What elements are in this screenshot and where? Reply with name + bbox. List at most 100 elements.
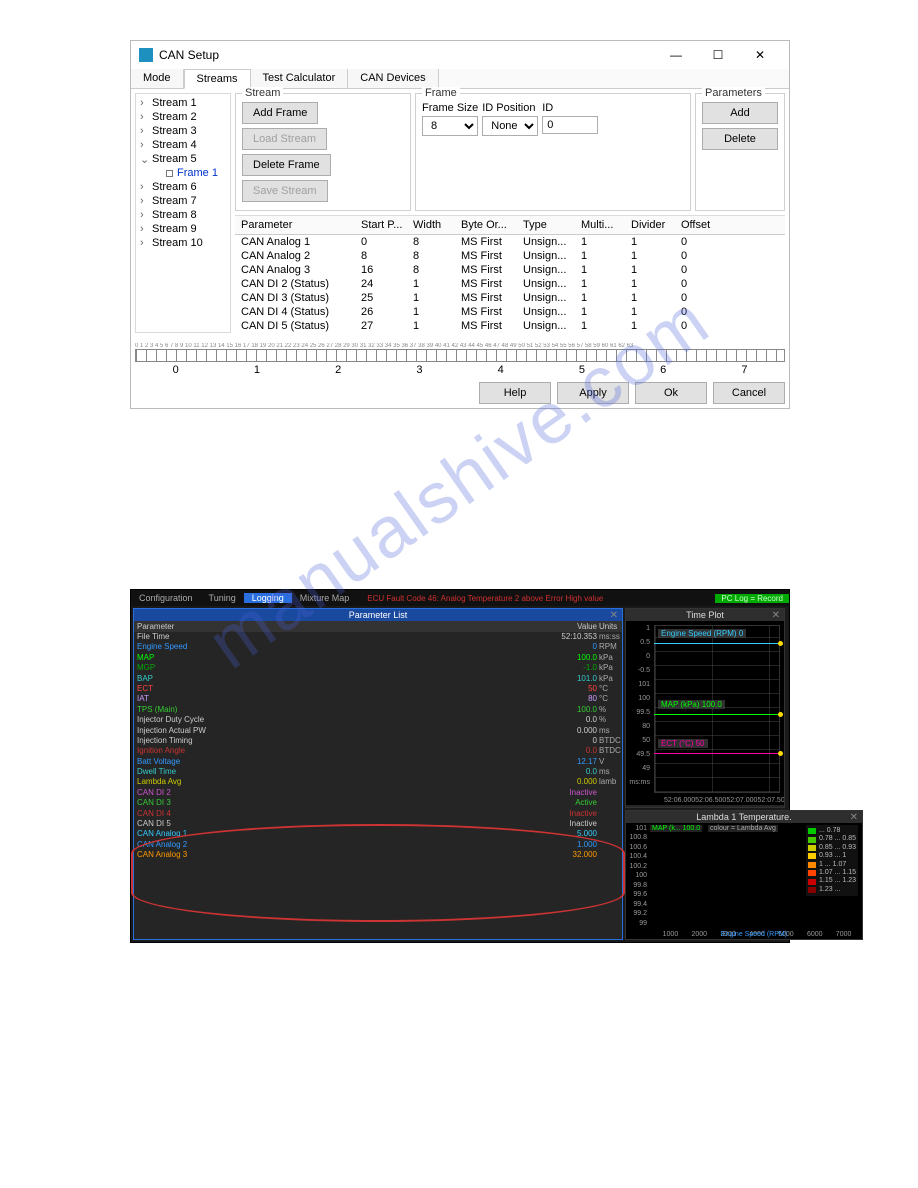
cancel-button[interactable]: Cancel (713, 382, 785, 404)
param-row[interactable]: Injection Timing0BTDC (134, 736, 622, 746)
param-row[interactable]: Lambda Avg0.000lamb (134, 777, 622, 787)
tree-item[interactable]: Stream 8 (138, 208, 228, 222)
trace-label: Engine Speed (RPM) 0 (658, 629, 746, 638)
param-row[interactable]: CAN DI 2Inactive (134, 788, 622, 798)
param-header-name: Parameter (137, 622, 553, 631)
param-row[interactable]: Injector Duty Cycle0.0% (134, 715, 622, 725)
load-stream-button[interactable]: Load Stream (242, 128, 327, 150)
menu-item[interactable]: Logging (244, 593, 292, 603)
menu-item[interactable]: Configuration (131, 593, 201, 603)
param-row[interactable]: BAP101.0kPa (134, 674, 622, 684)
param-row[interactable]: Engine Speed0RPM (134, 642, 622, 652)
parameter-list-title: Parameter List (349, 610, 408, 620)
time-plot-panel: Time Plot ✕ 10.50-0.510110099.5805049.549… (625, 608, 785, 808)
grid-header[interactable]: Divider (631, 217, 681, 233)
parameters-group: Parameters Add Delete (695, 93, 785, 211)
tree-item[interactable]: Stream 1 (138, 96, 228, 110)
close-icon[interactable]: ✕ (610, 610, 618, 621)
time-plot[interactable]: 10.50-0.510110099.5805049.549ms:ms 52:06… (626, 621, 784, 805)
param-row[interactable]: CAN Analog 21.000 (134, 840, 622, 850)
param-row[interactable]: CAN DI 4Inactive (134, 809, 622, 819)
parameter-grid[interactable]: ParameterStart P...WidthByte Or...TypeMu… (235, 215, 785, 333)
param-header-units: Units (597, 622, 619, 631)
window-title: CAN Setup (159, 48, 655, 62)
tab-streams[interactable]: Streams (184, 69, 251, 89)
menu-item[interactable]: Tuning (201, 593, 244, 603)
maximize-button[interactable]: ☐ (697, 41, 739, 69)
id-position-label: ID Position (482, 102, 538, 114)
frame-size-label: Frame Size (422, 102, 478, 114)
help-button[interactable]: Help (479, 382, 551, 404)
frame-group: Frame Frame Size 8 ID Position None ID (415, 93, 691, 211)
menu-item[interactable]: Mixture Map (292, 593, 358, 603)
tab-test-calculator[interactable]: Test Calculator (251, 69, 349, 88)
grid-header[interactable]: Width (413, 217, 461, 233)
parameter-list-panel: Parameter List ✕ Parameter Value Units Fi… (133, 608, 623, 940)
tree-item[interactable]: Stream 4 (138, 138, 228, 152)
id-input[interactable] (542, 116, 598, 134)
ok-button[interactable]: Ok (635, 382, 707, 404)
parameters-legend: Parameters (702, 87, 765, 99)
param-row[interactable]: ECT50°C (134, 684, 622, 694)
id-position-select[interactable]: None (482, 116, 538, 136)
trace-label: MAP (kPa) 100.0 (658, 700, 725, 709)
param-row[interactable]: File Time52:10.353ms:ss (134, 632, 622, 642)
close-icon[interactable]: ✕ (772, 610, 780, 621)
can-setup-window: CAN Setup — ☐ ✕ ModeStreamsTest Calculat… (130, 40, 790, 409)
tab-can-devices[interactable]: CAN Devices (348, 69, 438, 88)
grid-row[interactable]: CAN DI 2 (Status)241MS FirstUnsign...110 (235, 277, 785, 291)
param-row[interactable]: Dwell Time0.0ms (134, 767, 622, 777)
param-row[interactable]: CAN Analog 15.000 (134, 829, 622, 839)
lambda-plot[interactable]: MAP (k... 100.0 colour = Lambda Avg 1011… (626, 823, 862, 939)
grid-row[interactable]: CAN Analog 3168MS FirstUnsign...110 (235, 263, 785, 277)
minimize-button[interactable]: — (655, 41, 697, 69)
grid-row[interactable]: CAN Analog 108MS FirstUnsign...110 (235, 235, 785, 249)
tuning-app: ConfigurationTuningLoggingMixture Map EC… (130, 589, 790, 943)
param-row[interactable]: IAT80°C (134, 694, 622, 704)
frame-size-select[interactable]: 8 (422, 116, 478, 136)
grid-header[interactable]: Type (523, 217, 581, 233)
grid-row[interactable]: CAN DI 4 (Status)261MS FirstUnsign...110 (235, 305, 785, 319)
param-row[interactable]: CAN Analog 332.000 (134, 850, 622, 860)
grid-header[interactable]: Start P... (361, 217, 413, 233)
tree-item[interactable]: Stream 10 (138, 236, 228, 250)
grid-row[interactable]: CAN DI 5 (Status)271MS FirstUnsign...110 (235, 319, 785, 333)
param-row[interactable]: CAN DI 3Active (134, 798, 622, 808)
grid-row[interactable]: CAN Analog 288MS FirstUnsign...110 (235, 249, 785, 263)
app-menubar: ConfigurationTuningLoggingMixture Map EC… (131, 590, 789, 606)
grid-header[interactable]: Offset (681, 217, 731, 233)
grid-header[interactable]: Multi... (581, 217, 631, 233)
param-row[interactable]: Batt Voltage12.17V (134, 757, 622, 767)
param-row[interactable]: Injection Actual PW0.000ms (134, 726, 622, 736)
grid-row[interactable]: CAN DI 3 (Status)251MS FirstUnsign...110 (235, 291, 785, 305)
apply-button[interactable]: Apply (557, 382, 629, 404)
tree-child-frame[interactable]: Frame 1 (138, 166, 228, 180)
param-row[interactable]: Ignition Angle0.0BTDC (134, 746, 622, 756)
param-header-value: Value (553, 622, 597, 631)
stream-tree[interactable]: Stream 1Stream 2Stream 3Stream 4Stream 5… (135, 93, 231, 333)
titlebar: CAN Setup — ☐ ✕ (131, 41, 789, 69)
tree-item[interactable]: Stream 2 (138, 110, 228, 124)
tree-item[interactable]: Stream 9 (138, 222, 228, 236)
tree-item[interactable]: Stream 3 (138, 124, 228, 138)
param-row[interactable]: MAP100.0kPa (134, 653, 622, 663)
delete-parameter-button[interactable]: Delete (702, 128, 778, 150)
add-frame-button[interactable]: Add Frame (242, 102, 318, 124)
grid-header[interactable]: Byte Or... (461, 217, 523, 233)
param-row[interactable]: TPS (Main)100.0% (134, 705, 622, 715)
time-plot-title: Time Plot (686, 610, 724, 620)
param-row[interactable]: MGP-1.0kPa (134, 663, 622, 673)
tree-item[interactable]: Stream 6 (138, 180, 228, 194)
tab-mode[interactable]: Mode (131, 69, 184, 88)
delete-frame-button[interactable]: Delete Frame (242, 154, 331, 176)
grid-header[interactable]: Parameter (241, 217, 361, 233)
save-stream-button[interactable]: Save Stream (242, 180, 328, 202)
tree-item[interactable]: Stream 7 (138, 194, 228, 208)
close-icon[interactable]: ✕ (850, 812, 858, 823)
lambda-panel: Lambda 1 Temperature.✕ MAP (k... 100.0 c… (625, 810, 863, 940)
add-parameter-button[interactable]: Add (702, 102, 778, 124)
close-button[interactable]: ✕ (739, 41, 781, 69)
tree-item[interactable]: Stream 5 (138, 152, 228, 166)
lambda-legend: ... 0.780.78 ... 0.850.85 ... 0.930.93 .… (806, 825, 858, 896)
param-row[interactable]: CAN DI 5Inactive (134, 819, 622, 829)
